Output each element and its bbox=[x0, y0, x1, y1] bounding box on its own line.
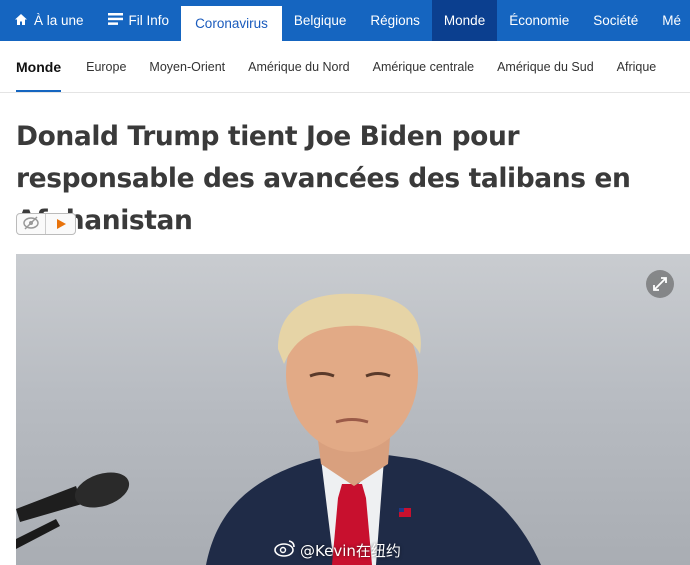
nav-fil-info[interactable]: Fil Info bbox=[96, 0, 182, 41]
watermark: @Kevin在纽约 bbox=[274, 539, 401, 561]
subnav-monde[interactable]: Monde bbox=[16, 41, 62, 92]
nav-label: Société bbox=[593, 13, 639, 28]
nav-label: Coronavirus bbox=[195, 16, 268, 31]
nav-belgique[interactable]: Belgique bbox=[282, 0, 359, 41]
expand-icon[interactable] bbox=[646, 270, 674, 298]
article-photo bbox=[16, 254, 690, 565]
subnav-europe[interactable]: Europe bbox=[86, 41, 126, 92]
subnav-amerique-du-nord[interactable]: Amérique du Nord bbox=[248, 41, 349, 92]
ear-icon bbox=[22, 215, 40, 234]
nav-label: Mé bbox=[662, 13, 682, 28]
nav-label: Belgique bbox=[293, 13, 347, 28]
sub-navigation: Monde Europe Moyen-Orient Amérique du No… bbox=[0, 41, 690, 93]
listen-button[interactable] bbox=[17, 214, 47, 234]
photo-illustration bbox=[16, 293, 541, 565]
watermark-text: @Kevin在纽约 bbox=[300, 541, 401, 560]
weibo-icon bbox=[274, 539, 296, 561]
top-navigation: À la une Fil Info Coronavirus Belgique R… bbox=[0, 0, 690, 41]
nav-societe[interactable]: Société bbox=[581, 0, 650, 41]
nav-label: Monde bbox=[443, 13, 486, 28]
nav-coronavirus[interactable]: Coronavirus bbox=[181, 3, 282, 41]
microphone-icon bbox=[16, 472, 130, 549]
nav-more[interactable]: Mé bbox=[650, 0, 690, 41]
subnav-amerique-du-sud[interactable]: Amérique du Sud bbox=[497, 41, 594, 92]
list-icon bbox=[107, 13, 123, 28]
play-button[interactable] bbox=[46, 214, 75, 234]
home-icon bbox=[14, 13, 28, 29]
nav-label: Économie bbox=[509, 13, 570, 28]
subnav-moyen-orient[interactable]: Moyen-Orient bbox=[149, 41, 225, 92]
article-headline: Donald Trump tient Joe Biden pour respon… bbox=[16, 121, 631, 236]
play-icon bbox=[55, 215, 67, 234]
subnav-amerique-centrale[interactable]: Amérique centrale bbox=[373, 41, 474, 92]
nav-economie[interactable]: Économie bbox=[497, 0, 581, 41]
nav-label: Régions bbox=[370, 13, 420, 28]
nav-monde[interactable]: Monde bbox=[431, 0, 498, 41]
nav-a-la-une[interactable]: À la une bbox=[0, 0, 96, 41]
nav-regions[interactable]: Régions bbox=[358, 0, 432, 41]
subnav-afrique[interactable]: Afrique bbox=[617, 41, 657, 92]
nav-label: Fil Info bbox=[128, 13, 170, 28]
audio-player-control[interactable] bbox=[16, 213, 76, 235]
nav-label: À la une bbox=[34, 13, 84, 28]
